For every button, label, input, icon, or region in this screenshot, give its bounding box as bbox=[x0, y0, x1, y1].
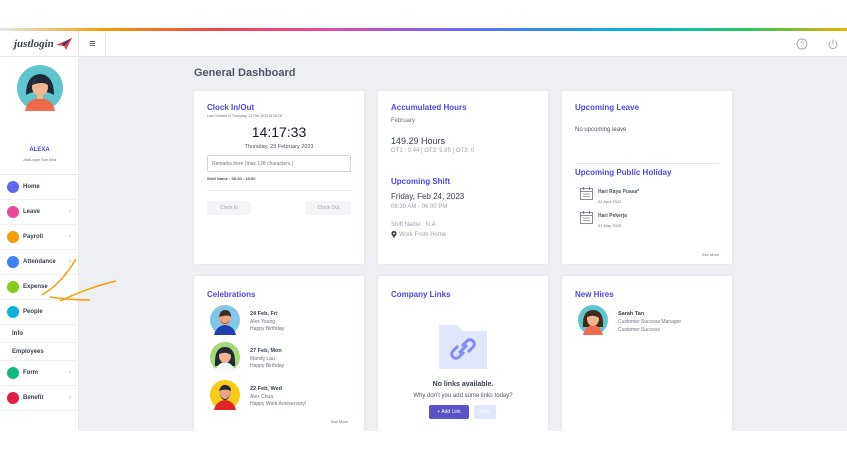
power-icon[interactable] bbox=[827, 38, 839, 50]
divider bbox=[207, 190, 351, 191]
hours-card: Accumulated Hours February 149.29 Hours … bbox=[378, 91, 548, 264]
leave-icon bbox=[7, 206, 19, 218]
holiday-date: 01 May 2023 bbox=[598, 223, 622, 228]
add-link-button[interactable]: + Add Link bbox=[429, 405, 469, 419]
avatar[interactable] bbox=[17, 65, 63, 111]
celebration-event: Happy Birthday bbox=[250, 363, 285, 369]
company-links-title: Company Links bbox=[391, 290, 451, 299]
celebration-name: Alex Chua bbox=[250, 394, 274, 400]
holiday-name: Hari Pekerja bbox=[598, 213, 627, 219]
no-links-text: No links available. bbox=[432, 381, 494, 388]
new-hires-title: New Hires bbox=[575, 290, 614, 299]
no-links-subtext: Why don't you add some links today? bbox=[413, 393, 513, 399]
company-name: JustLogin Sdn Bhd bbox=[22, 157, 57, 162]
last-clocked-text: Last Clocked In Thursday, 23 Feb 2023 At… bbox=[207, 114, 282, 118]
logo[interactable]: justlogin bbox=[0, 31, 79, 57]
chevron-right-icon: › bbox=[69, 234, 71, 240]
new-hires-card: New Hires Sarah Tan Customer Success Man… bbox=[562, 276, 732, 431]
celebration-date: 24 Feb, Fri bbox=[250, 311, 278, 317]
expense-icon bbox=[7, 281, 19, 293]
shift-title: Upcoming Shift bbox=[391, 177, 451, 186]
avatar bbox=[210, 342, 240, 372]
attendance-icon bbox=[7, 256, 19, 268]
celebrations-title: Celebrations bbox=[207, 290, 256, 299]
shift-date: Friday, Feb 24, 2023 bbox=[391, 192, 465, 201]
celebrations-card: Celebrations 24 Feb, Fri Alex Young Happ… bbox=[194, 276, 364, 431]
sidebar-item-form[interactable]: Form › bbox=[0, 361, 79, 386]
no-leave-text: No upcoming leave bbox=[575, 127, 627, 133]
remarks-input[interactable] bbox=[207, 155, 351, 172]
celebration-date: 22 Feb, Wed bbox=[250, 386, 282, 392]
celebration-date: 27 Feb, Mon bbox=[250, 348, 282, 354]
help-icon[interactable]: ? bbox=[796, 38, 808, 50]
sidebar-item-home[interactable]: Home bbox=[0, 175, 79, 200]
bottom-margin bbox=[0, 431, 847, 460]
folder-link-icon bbox=[439, 325, 487, 369]
clock-date: Thursday, 23 February 2023 bbox=[244, 144, 314, 150]
celebration-name: Alex Young bbox=[250, 319, 276, 325]
people-icon bbox=[7, 306, 19, 318]
leave-card: Upcoming Leave No upcoming leave Upcomin… bbox=[562, 91, 732, 264]
sidebar: ALEXA JustLogin Sdn Bhd Home Leave › Pay… bbox=[0, 57, 79, 431]
celebration-name: Mandy Lau bbox=[250, 356, 275, 362]
chevron-right-icon: › bbox=[69, 370, 71, 376]
holiday-date: 22 April 2023 bbox=[598, 199, 622, 204]
hamburger-menu-icon[interactable]: ≡ bbox=[80, 31, 106, 57]
top-header: justlogin ≡ ? bbox=[0, 31, 847, 57]
hours-ot: OT1 : 0.44 | OT2: 9.85 | OT3: 0 bbox=[391, 148, 475, 154]
sidebar-subitem-info[interactable]: Info bbox=[0, 325, 79, 343]
paper-plane-icon bbox=[55, 38, 72, 50]
hours-month: February bbox=[391, 118, 416, 124]
user-profile: ALEXA JustLogin Sdn Bhd bbox=[0, 57, 79, 175]
celebration-event: Happy Work Anniversary! bbox=[250, 401, 307, 407]
sidebar-item-benefit[interactable]: Benefit › bbox=[0, 386, 79, 411]
new-hire-name: Sarah Tan bbox=[618, 311, 645, 317]
location-pin-icon bbox=[391, 231, 397, 238]
annotation-underline bbox=[49, 296, 91, 301]
hours-total: 149.29 Hours bbox=[391, 136, 446, 146]
sidebar-item-payroll[interactable]: Payroll › bbox=[0, 225, 79, 250]
payroll-icon bbox=[7, 231, 19, 243]
company-links-card: Company Links No links available. Why do… bbox=[378, 276, 548, 431]
svg-text:?: ? bbox=[800, 42, 804, 49]
shift-time: 08:30 AM - 06:00 PM bbox=[391, 204, 448, 210]
app-window: justlogin ≡ ? ALEXA JustLogin Sdn Bhd Ho… bbox=[0, 31, 847, 431]
top-margin bbox=[0, 0, 847, 28]
edit-links-button[interactable]: Edit bbox=[474, 405, 496, 419]
chevron-right-icon: › bbox=[69, 395, 71, 401]
benefit-icon bbox=[7, 392, 19, 404]
logo-text: justlogin bbox=[14, 38, 54, 50]
holiday-title: Upcoming Public Holiday bbox=[575, 168, 672, 177]
shift-location: Work From Home bbox=[391, 231, 446, 238]
chevron-right-icon: › bbox=[69, 209, 71, 215]
calendar-icon bbox=[580, 211, 593, 224]
sidebar-item-leave[interactable]: Leave › bbox=[0, 200, 79, 225]
clock-title: Clock In/Out bbox=[207, 103, 255, 112]
avatar bbox=[210, 380, 240, 410]
home-icon bbox=[7, 181, 19, 193]
holiday-see-more-link[interactable]: See More bbox=[702, 252, 719, 257]
clock-time: 14:17:33 bbox=[251, 124, 307, 140]
shift-name-text: Shift Name : 08:30 - 18:00 bbox=[207, 176, 256, 181]
leave-title: Upcoming Leave bbox=[575, 103, 640, 112]
shift-name: Shift Name : N.A bbox=[391, 222, 436, 228]
avatar bbox=[210, 305, 240, 335]
calendar-icon bbox=[580, 187, 593, 200]
clock-out-button[interactable]: Clock Out bbox=[306, 201, 351, 215]
clock-in-button[interactable]: Clock In bbox=[207, 201, 251, 215]
sidebar-subitem-employees[interactable]: Employees bbox=[0, 343, 79, 361]
divider bbox=[575, 163, 719, 164]
user-name: ALEXA bbox=[29, 147, 50, 153]
celebration-event: Happy Birthday bbox=[250, 326, 285, 332]
page-title: General Dashboard bbox=[194, 67, 296, 79]
clock-card: Clock In/Out Last Clocked In Thursday, 2… bbox=[194, 91, 364, 264]
holiday-name: Hari Raya Puasa* bbox=[598, 189, 640, 195]
form-icon bbox=[7, 367, 19, 379]
new-hire-department: Customer Success bbox=[618, 327, 660, 333]
hours-title: Accumulated Hours bbox=[391, 103, 467, 112]
avatar bbox=[578, 305, 608, 335]
celebrations-see-more-link[interactable]: See More bbox=[331, 419, 348, 424]
new-hire-role: Customer Success Manager bbox=[618, 319, 682, 325]
